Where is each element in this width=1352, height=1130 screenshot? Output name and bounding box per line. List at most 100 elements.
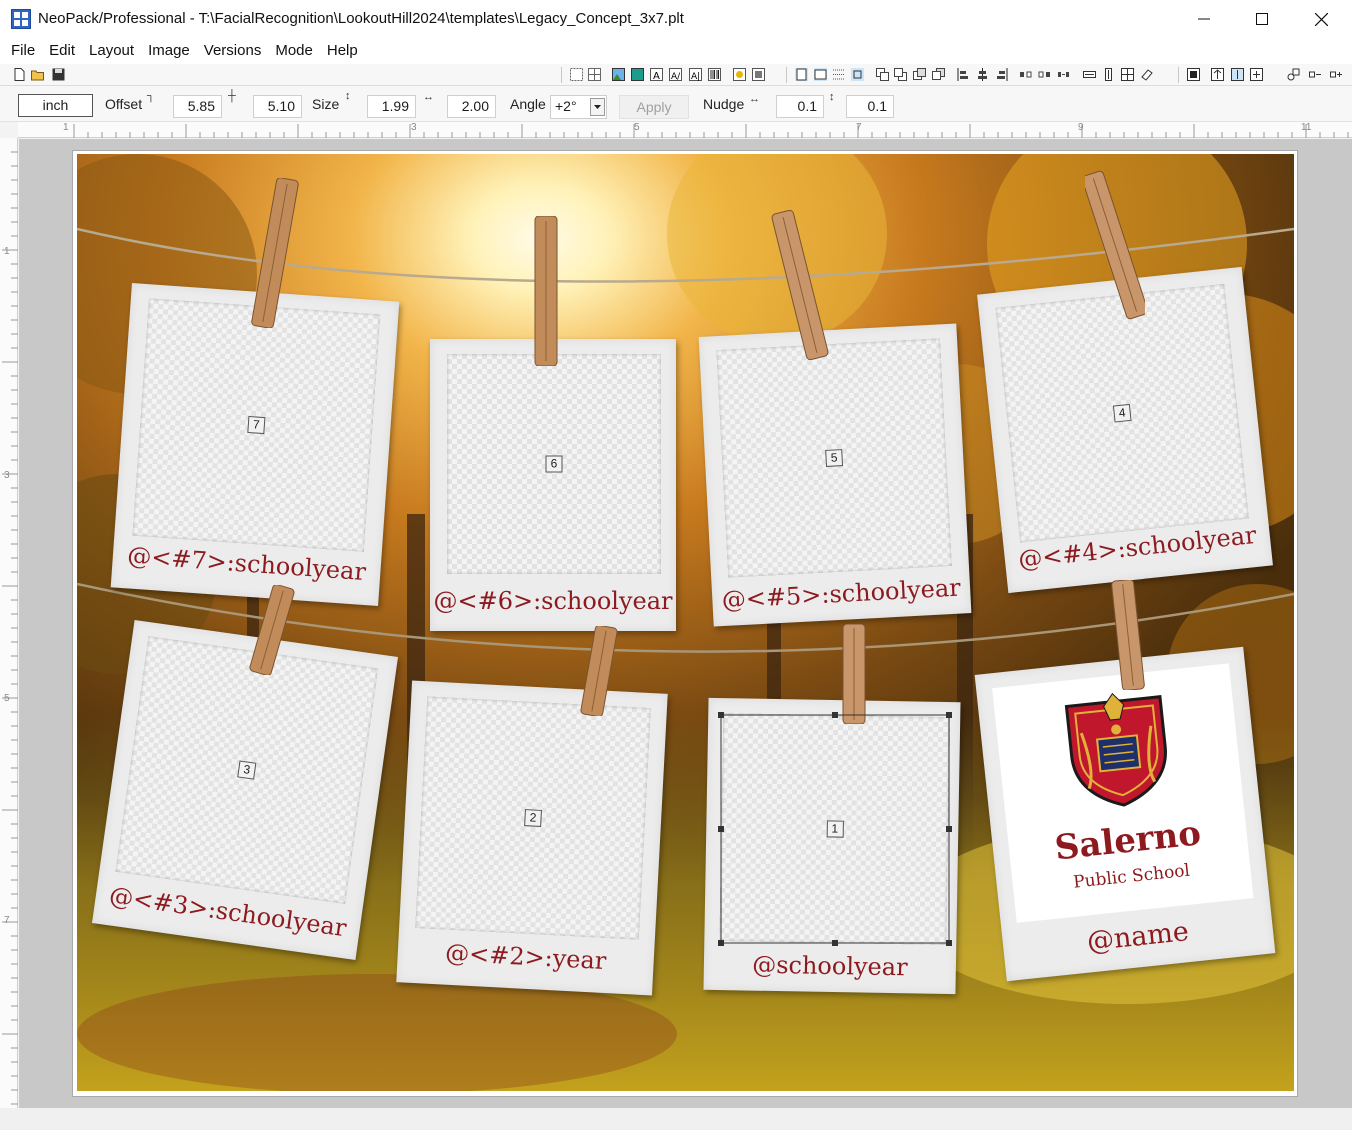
send-back-icon[interactable] bbox=[894, 68, 907, 81]
horizontal-ruler-ticks bbox=[73, 124, 1349, 138]
school-logo-card[interactable]: Salerno Public School bbox=[992, 663, 1254, 923]
same-width-icon[interactable] bbox=[1083, 68, 1096, 81]
offset-y-field[interactable]: 5.10 bbox=[253, 95, 302, 118]
backward-icon[interactable] bbox=[932, 68, 945, 81]
resize-handle[interactable] bbox=[832, 940, 838, 946]
size-height-field[interactable]: 2.00 bbox=[447, 95, 496, 118]
same-height-icon[interactable] bbox=[1102, 68, 1115, 81]
slot-caption[interactable]: @<#2>:year bbox=[397, 936, 654, 977]
variable-text-icon[interactable]: A/ bbox=[669, 68, 682, 81]
close-button[interactable] bbox=[1292, 0, 1350, 38]
image-tool-icon[interactable] bbox=[612, 68, 625, 81]
slot-caption[interactable]: @<#6>:schoolyear bbox=[430, 587, 676, 615]
grid-view-icon[interactable] bbox=[832, 68, 845, 81]
crop-fit-icon[interactable] bbox=[1211, 68, 1224, 81]
snap-icon[interactable] bbox=[851, 68, 864, 81]
menu-image[interactable]: Image bbox=[141, 38, 197, 64]
frame-tool-icon[interactable] bbox=[570, 68, 583, 81]
menu-versions[interactable]: Versions bbox=[197, 38, 269, 64]
angle-select[interactable]: +2° bbox=[550, 95, 607, 119]
align-center-icon[interactable] bbox=[976, 68, 989, 81]
size-width-field[interactable]: 1.99 bbox=[367, 95, 416, 118]
background-tool-icon[interactable] bbox=[631, 68, 644, 81]
polaroid-frame-logo[interactable]: Salerno Public School @name bbox=[974, 646, 1276, 982]
angle-label: Angle bbox=[510, 96, 546, 112]
maximize-button[interactable] bbox=[1233, 0, 1291, 38]
clothespin-icon bbox=[534, 216, 558, 366]
align-left-icon[interactable] bbox=[957, 68, 970, 81]
mask-icon[interactable] bbox=[752, 68, 765, 81]
resize-handle[interactable] bbox=[946, 940, 952, 946]
properties-icon[interactable] bbox=[1287, 68, 1300, 81]
barcode-icon[interactable] bbox=[708, 68, 721, 81]
minimize-button[interactable] bbox=[1175, 0, 1233, 38]
nudge-label: Nudge bbox=[703, 96, 745, 112]
angle-dropdown-button[interactable] bbox=[590, 98, 605, 116]
nudge-x-field[interactable]: 0.1 bbox=[776, 95, 824, 118]
align-right-icon[interactable] bbox=[995, 68, 1008, 81]
photo-slot-6[interactable]: 6 bbox=[447, 354, 661, 574]
close-icon bbox=[1314, 12, 1328, 26]
open-folder-icon[interactable] bbox=[31, 68, 44, 81]
size-width-icon: ↔ bbox=[423, 91, 434, 103]
polaroid-frame-7[interactable]: 7 @<#7>:schoolyear bbox=[110, 283, 400, 606]
crop-fill-icon[interactable] bbox=[1231, 68, 1244, 81]
resize-handle[interactable] bbox=[946, 712, 952, 718]
polaroid-frame-5[interactable]: 5 @<#5>:schoolyear bbox=[698, 323, 972, 627]
slot-caption[interactable]: @<#5>:schoolyear bbox=[712, 573, 971, 614]
apply-button[interactable]: Apply bbox=[619, 95, 689, 119]
forward-icon[interactable] bbox=[913, 68, 926, 81]
space-evenly-icon[interactable] bbox=[1057, 68, 1070, 81]
grid-frame-icon[interactable] bbox=[588, 68, 601, 81]
ruler-label: 1 bbox=[63, 122, 69, 133]
horizontal-scrollbar[interactable] bbox=[0, 1108, 1352, 1130]
photo-slot-3[interactable]: 3 bbox=[115, 636, 379, 905]
photo-text-icon[interactable]: A| bbox=[689, 68, 702, 81]
horizontal-ruler: 1 3 5 7 9 11 bbox=[18, 122, 1352, 138]
spread-view-icon[interactable] bbox=[814, 68, 827, 81]
resize-handle[interactable] bbox=[832, 712, 838, 718]
bring-front-icon[interactable] bbox=[876, 68, 889, 81]
photo-slot-7[interactable]: 7 bbox=[132, 298, 381, 552]
menu-layout[interactable]: Layout bbox=[82, 38, 141, 64]
zoom-in-icon[interactable] bbox=[1330, 68, 1343, 81]
school-crest-icon bbox=[1064, 692, 1167, 807]
unit-selector[interactable]: inch bbox=[18, 94, 93, 117]
selection-box[interactable] bbox=[717, 711, 953, 947]
menu-file[interactable]: File bbox=[4, 38, 42, 64]
menu-edit[interactable]: Edit bbox=[42, 38, 82, 64]
nudge-y-field[interactable]: 0.1 bbox=[846, 95, 894, 118]
resize-handle[interactable] bbox=[718, 826, 724, 832]
text-tool-icon[interactable]: A bbox=[650, 68, 663, 81]
color-fill-icon[interactable] bbox=[1187, 68, 1200, 81]
nudge-horizontal-icon: ↔ bbox=[749, 93, 760, 105]
same-size-icon[interactable] bbox=[1121, 68, 1134, 81]
resize-handle[interactable] bbox=[718, 712, 724, 718]
crop-center-icon[interactable] bbox=[1250, 68, 1263, 81]
distribute-h-icon[interactable] bbox=[1019, 68, 1032, 81]
eraser-icon[interactable] bbox=[1140, 68, 1153, 81]
size-label: Size bbox=[312, 96, 340, 112]
menu-help[interactable]: Help bbox=[320, 38, 365, 64]
slot-number: 4 bbox=[1112, 403, 1132, 423]
clipart-icon[interactable] bbox=[733, 68, 746, 81]
zoom-out-icon[interactable] bbox=[1309, 68, 1322, 81]
title-bar: NeoPack/Professional - T:\FacialRecognit… bbox=[0, 0, 1352, 38]
photo-slot-2[interactable]: 2 bbox=[415, 696, 651, 940]
menu-bar: File Edit Layout Image Versions Mode Hel… bbox=[0, 38, 1352, 64]
photo-slot-5[interactable]: 5 bbox=[716, 338, 952, 578]
polaroid-frame-6[interactable]: 6 @<#6>:schoolyear bbox=[430, 339, 676, 631]
menu-mode[interactable]: Mode bbox=[268, 38, 320, 64]
page-view-icon[interactable] bbox=[795, 68, 808, 81]
photo-slot-4[interactable]: 4 bbox=[995, 283, 1249, 543]
slot-number: 5 bbox=[825, 449, 844, 467]
distribute-v-icon[interactable] bbox=[1038, 68, 1051, 81]
resize-handle[interactable] bbox=[946, 826, 952, 832]
polaroid-frame-2[interactable]: 2 @<#2>:year bbox=[396, 680, 668, 996]
save-icon[interactable] bbox=[52, 68, 65, 81]
new-file-icon[interactable] bbox=[13, 68, 26, 81]
resize-handle[interactable] bbox=[718, 940, 724, 946]
offset-x-field[interactable]: 5.85 bbox=[173, 95, 222, 118]
slot-caption[interactable]: @schoolyear bbox=[704, 950, 956, 982]
offset-y-icon: ┼ bbox=[228, 90, 236, 102]
